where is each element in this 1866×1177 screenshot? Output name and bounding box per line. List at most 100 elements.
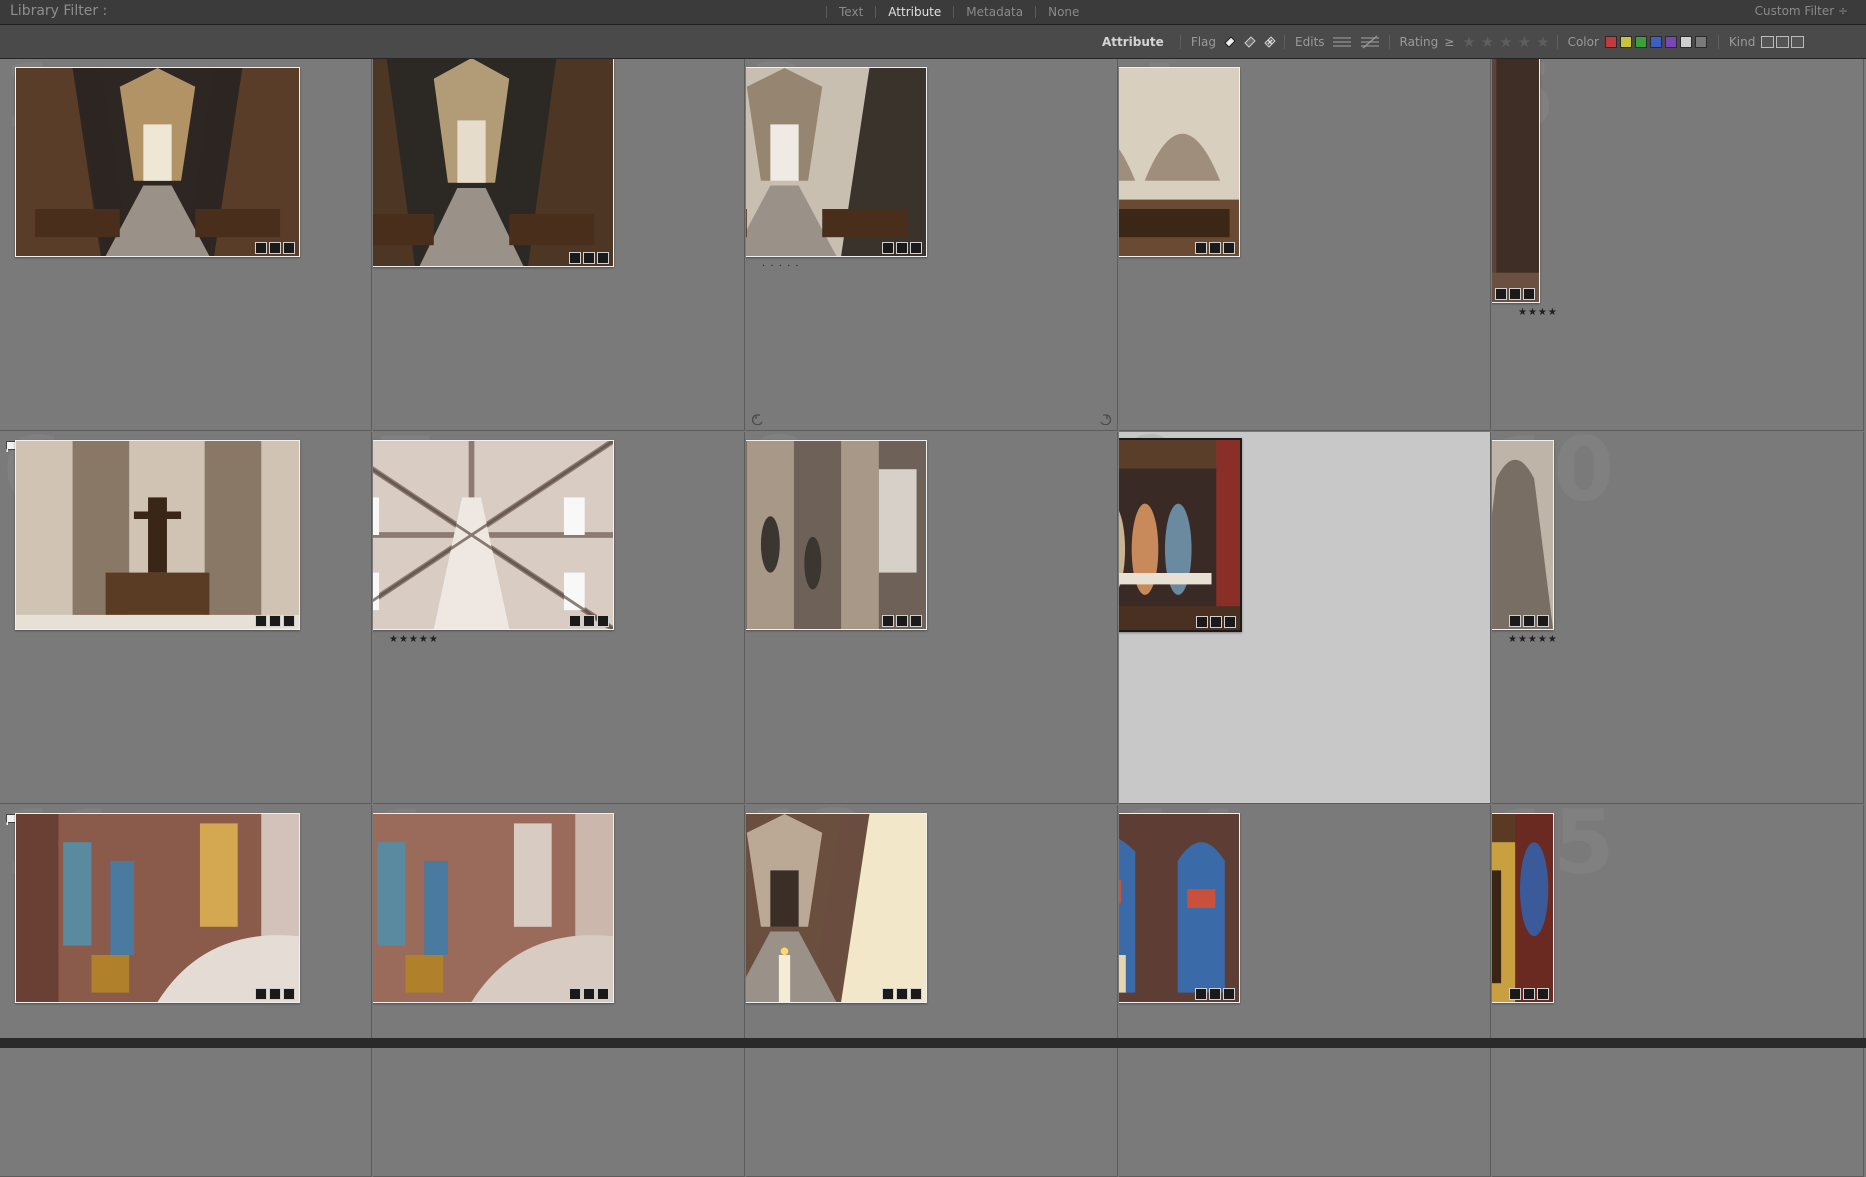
crop-badge-icon[interactable]	[1523, 988, 1535, 1000]
grid-cell[interactable]: 13	[746, 805, 1118, 1177]
rotate-right-icon[interactable]	[1097, 410, 1112, 426]
grid-cell[interactable]: 4	[1119, 59, 1491, 431]
develop-badge-icon[interactable]	[1537, 615, 1549, 627]
crop-badge-icon[interactable]	[896, 242, 908, 254]
crop-badge-icon[interactable]	[896, 988, 908, 1000]
grid-cell[interactable]: 1	[373, 805, 745, 1177]
photo-thumbnail[interactable]	[1492, 440, 1554, 630]
crop-badge-icon[interactable]	[269, 615, 281, 627]
crop-badge-icon[interactable]	[583, 615, 595, 627]
rotate-left-icon[interactable]	[751, 410, 766, 426]
grid-cell[interactable]: 3 · · · · ·	[746, 59, 1118, 431]
photo-thumbnail[interactable]	[15, 813, 300, 1003]
keyword-badge-icon[interactable]	[569, 252, 581, 264]
develop-badge-icon[interactable]	[1224, 616, 1236, 628]
develop-badge-icon[interactable]	[910, 988, 922, 1000]
keyword-badge-icon[interactable]	[1196, 616, 1208, 628]
keyword-badge-icon[interactable]	[882, 988, 894, 1000]
develop-badge-icon[interactable]	[597, 615, 609, 627]
photo-thumbnail[interactable]	[373, 813, 614, 1003]
grid-cell[interactable]: 5 ★★★★	[1492, 59, 1864, 431]
keyword-badge-icon[interactable]	[1495, 288, 1507, 300]
color-swatch-1[interactable]	[1604, 36, 1617, 48]
grid-cell[interactable]: 11	[0, 805, 372, 1177]
photo-thumbnail[interactable]	[373, 440, 614, 630]
crop-badge-icon[interactable]	[269, 988, 281, 1000]
rejected-filter-icon[interactable]	[1262, 34, 1278, 50]
rating-star-1-icon[interactable]: ★	[1462, 34, 1475, 50]
grid-cell[interactable]: 2	[373, 59, 745, 431]
develop-badge-icon[interactable]	[1537, 988, 1549, 1000]
rating-star-2-icon[interactable]: ★	[1481, 34, 1494, 50]
photo-thumbnail[interactable]	[746, 813, 927, 1003]
crop-badge-icon[interactable]	[1509, 288, 1521, 300]
photo-thumbnail[interactable]	[15, 440, 300, 630]
color-swatch-2[interactable]	[1619, 36, 1632, 48]
develop-badge-icon[interactable]	[597, 988, 609, 1000]
develop-badge-icon[interactable]	[283, 988, 295, 1000]
edited-filter-icon[interactable]	[1331, 35, 1353, 49]
keyword-badge-icon[interactable]	[1509, 615, 1521, 627]
grid-cell[interactable]: 1	[0, 59, 372, 431]
keyword-badge-icon[interactable]	[255, 242, 267, 254]
unflagged-filter-icon[interactable]	[1242, 34, 1258, 50]
grid-cell[interactable]: 10 ★★★★★	[1492, 432, 1864, 804]
unedited-filter-icon[interactable]	[1359, 35, 1381, 49]
photo-thumbnail[interactable]	[1492, 59, 1540, 303]
develop-badge-icon[interactable]	[597, 252, 609, 264]
keyword-badge-icon[interactable]	[569, 988, 581, 1000]
crop-badge-icon[interactable]	[896, 615, 908, 627]
crop-badge-icon[interactable]	[1209, 242, 1221, 254]
crop-badge-icon[interactable]	[1209, 988, 1221, 1000]
photo-thumbnail[interactable]	[1492, 813, 1554, 1003]
develop-badge-icon[interactable]	[1523, 288, 1535, 300]
photo-thumbnail[interactable]	[1119, 438, 1242, 632]
crop-badge-icon[interactable]	[583, 988, 595, 1000]
rating-star-4-icon[interactable]: ★	[1518, 34, 1531, 50]
photo-thumbnail[interactable]	[1119, 813, 1240, 1003]
star-rating[interactable]: ★★★★	[1518, 307, 1558, 318]
tab-attribute[interactable]: Attribute	[884, 5, 945, 19]
kind-virtual-copies-icon[interactable]	[1776, 36, 1790, 48]
star-rating[interactable]: ★★★★★	[1508, 634, 1558, 645]
grid-cell[interactable]: 7 ★★★★★	[373, 432, 745, 804]
keyword-badge-icon[interactable]	[882, 242, 894, 254]
flagged-filter-icon[interactable]	[1222, 34, 1238, 50]
grid-cell[interactable]: 15	[1492, 805, 1864, 1177]
tab-metadata[interactable]: Metadata	[962, 5, 1027, 19]
develop-badge-icon[interactable]	[910, 242, 922, 254]
keyword-badge-icon[interactable]	[1195, 988, 1207, 1000]
star-rating[interactable]: · · · · ·	[762, 261, 800, 272]
develop-badge-icon[interactable]	[910, 615, 922, 627]
keyword-badge-icon[interactable]	[1195, 242, 1207, 254]
develop-badge-icon[interactable]	[283, 242, 295, 254]
photo-thumbnail[interactable]	[373, 59, 614, 267]
grid-cell[interactable]: 9	[1119, 432, 1491, 804]
photo-thumbnail[interactable]	[1119, 67, 1240, 257]
tab-text[interactable]: Text	[835, 5, 867, 19]
crop-badge-icon[interactable]	[269, 242, 281, 254]
color-swatch-4[interactable]	[1649, 36, 1662, 48]
color-swatch-3[interactable]	[1634, 36, 1647, 48]
kind-videos-icon[interactable]	[1791, 36, 1805, 48]
custom-filter-dropdown[interactable]: Custom Filter ÷	[1755, 4, 1848, 18]
crop-badge-icon[interactable]	[1523, 615, 1535, 627]
grid-cell[interactable]: 6	[0, 432, 372, 804]
kind-master-photos-icon[interactable]	[1761, 36, 1775, 48]
color-swatch-6[interactable]	[1679, 36, 1692, 48]
tab-none[interactable]: None	[1044, 5, 1083, 19]
photo-thumbnail[interactable]	[746, 67, 927, 257]
keyword-badge-icon[interactable]	[569, 615, 581, 627]
star-rating[interactable]: ★★★★★	[389, 634, 439, 645]
photo-thumbnail[interactable]	[746, 440, 927, 630]
grid-cell[interactable]: 8	[746, 432, 1118, 804]
keyword-badge-icon[interactable]	[882, 615, 894, 627]
crop-badge-icon[interactable]	[1210, 616, 1222, 628]
crop-badge-icon[interactable]	[583, 252, 595, 264]
rating-star-5-icon[interactable]: ★	[1536, 34, 1549, 50]
keyword-badge-icon[interactable]	[255, 615, 267, 627]
color-swatch-7[interactable]	[1694, 36, 1707, 48]
color-swatch-5[interactable]	[1664, 36, 1677, 48]
photo-thumbnail[interactable]	[15, 67, 300, 257]
rating-star-3-icon[interactable]: ★	[1499, 34, 1512, 50]
